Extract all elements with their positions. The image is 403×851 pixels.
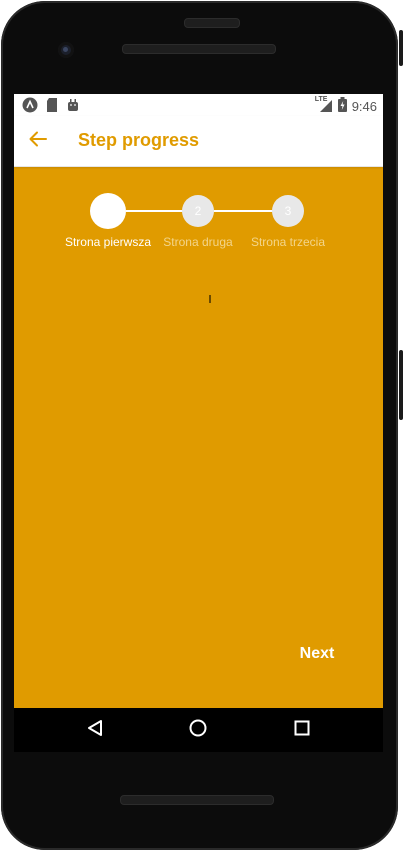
status-time: 9:46 <box>351 98 377 114</box>
step-2-number: 2 <box>194 204 202 218</box>
app-screen: LTE 9:46 Step progress 1 2 3 Strona pier… <box>14 94 383 708</box>
nav-back-button[interactable] <box>82 717 108 743</box>
status-right-icons: LTE 9:46 <box>314 96 377 115</box>
sd-card-icon <box>46 98 58 115</box>
step-3-number: 3 <box>284 204 292 218</box>
step-connector-1-2 <box>126 210 184 212</box>
arrow-back-icon <box>29 131 47 152</box>
signal-icon: LTE <box>314 96 333 113</box>
step-2-label: Strona druga <box>163 235 233 249</box>
step-3-indicator[interactable]: 3 <box>272 195 304 227</box>
recents-square-icon <box>294 720 310 741</box>
step-1-number: 1 <box>104 204 112 218</box>
step-1-indicator[interactable]: 1 <box>90 193 126 229</box>
step-1-label: Strona pierwsza <box>64 235 152 249</box>
loading-indicator <box>209 295 211 303</box>
step-2-indicator[interactable]: 2 <box>182 195 214 227</box>
status-bar: LTE 9:46 <box>14 94 383 116</box>
android-debug-icon <box>66 98 80 115</box>
android-auto-icon <box>22 97 38 116</box>
next-button[interactable]: Next <box>272 638 362 670</box>
top-sensor <box>184 18 240 28</box>
app-bar: Step progress <box>14 116 383 167</box>
step-progress: 1 2 3 Strona pierwsza Strona druga Stron… <box>14 166 383 276</box>
top-speaker <box>122 44 276 54</box>
phone-device: LTE 9:46 Step progress 1 2 3 Strona pier… <box>0 0 403 851</box>
nav-recents-button[interactable] <box>289 717 315 743</box>
status-left-icons <box>22 97 80 116</box>
navigation-bar <box>14 708 383 752</box>
back-button[interactable] <box>24 127 52 155</box>
page-title: Step progress <box>78 130 200 150</box>
step-3-label: Strona trzecia <box>250 235 326 249</box>
front-camera <box>58 42 74 58</box>
step-connector-2-3 <box>214 210 274 212</box>
bottom-speaker <box>120 795 274 805</box>
volume-button <box>399 350 403 420</box>
network-type-label: LTE <box>314 96 328 103</box>
power-button <box>399 30 403 66</box>
battery-charging-icon <box>337 97 347 115</box>
nav-home-button[interactable] <box>185 717 211 743</box>
back-triangle-icon <box>87 719 103 742</box>
home-circle-icon <box>189 719 207 742</box>
